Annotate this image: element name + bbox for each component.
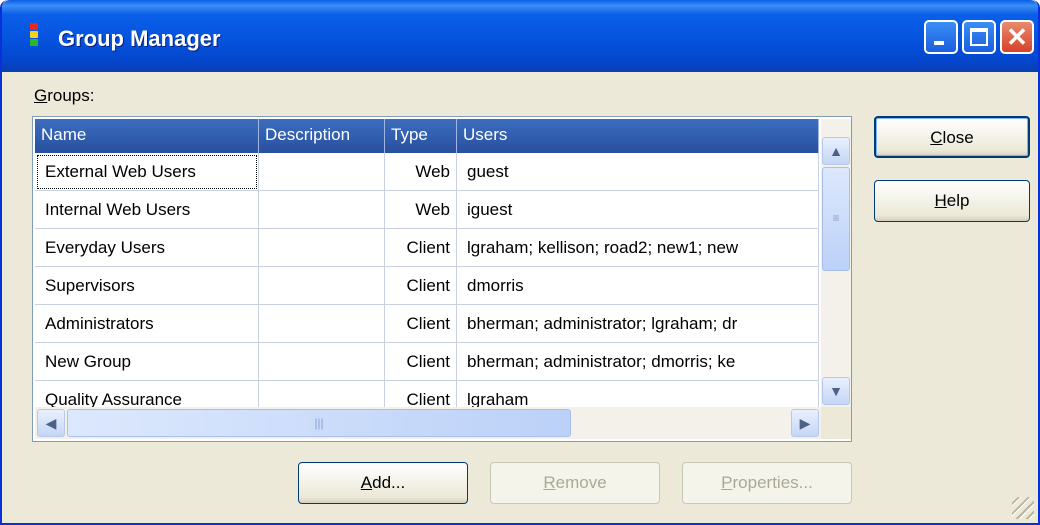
maximize-icon — [970, 28, 988, 46]
cell-users: iguest — [457, 191, 819, 229]
cell-description — [259, 305, 385, 343]
help-button[interactable]: Help — [874, 180, 1030, 222]
window-title: Group Manager — [58, 26, 221, 51]
scroll-right-button[interactable]: ▶ — [791, 409, 819, 437]
chevron-right-icon: ▶ — [799, 415, 811, 431]
column-header-description[interactable]: Description — [259, 119, 385, 153]
chevron-up-icon: ▲ — [829, 143, 843, 159]
cell-users: lgraham; kellison; road2; new1; new — [457, 229, 819, 267]
vertical-scroll-thumb[interactable]: ≡ — [822, 167, 850, 271]
column-header-users[interactable]: Users — [457, 119, 819, 153]
chevron-down-icon: ▼ — [829, 383, 843, 399]
traffic-light-icon — [28, 22, 40, 50]
remove-button[interactable]: Remove — [490, 462, 660, 504]
table-row[interactable]: New Group Client bherman; administrator;… — [35, 343, 819, 381]
table-row[interactable]: External Web Users Web guest — [35, 153, 819, 191]
table-row[interactable]: Supervisors Client dmorris — [35, 267, 819, 305]
horizontal-scrollbar[interactable]: ◀ ||| ▶ — [35, 407, 821, 439]
cell-users: guest — [457, 153, 819, 191]
cell-type: Client — [385, 229, 457, 267]
cell-type: Client — [385, 267, 457, 305]
close-window-button[interactable]: ✕ — [1000, 20, 1034, 54]
cell-type: Client — [385, 343, 457, 381]
minimize-icon — [934, 41, 944, 45]
list-rows: External Web Users Web guest Internal We… — [35, 153, 819, 419]
cell-description — [259, 153, 385, 191]
cell-name: External Web Users — [35, 153, 259, 191]
add-button[interactable]: Add... — [298, 462, 468, 504]
cell-description — [259, 267, 385, 305]
cell-users: bherman; administrator; dmorris; ke — [457, 343, 819, 381]
resize-grip-icon[interactable] — [1012, 497, 1034, 519]
cell-description — [259, 191, 385, 229]
group-manager-window: Group Manager ✕ Groups: Name Description… — [0, 0, 1040, 525]
cell-name: New Group — [35, 343, 259, 381]
title-bar[interactable]: Group Manager ✕ — [2, 0, 1038, 72]
table-row[interactable]: Internal Web Users Web iguest — [35, 191, 819, 229]
cell-type: Client — [385, 305, 457, 343]
list-header: Name Description Type Users — [35, 119, 819, 153]
cell-type: Web — [385, 191, 457, 229]
cell-name: Administrators — [35, 305, 259, 343]
vertical-scrollbar[interactable]: ▲ ≡ ▼ — [821, 119, 851, 407]
close-button[interactable]: Close — [874, 116, 1030, 158]
groups-list[interactable]: Name Description Type Users External Web… — [32, 116, 852, 442]
cell-name: Supervisors — [35, 267, 259, 305]
cell-description — [259, 229, 385, 267]
groups-label: Groups: — [34, 86, 95, 105]
cell-type: Web — [385, 153, 457, 191]
minimize-button[interactable] — [924, 20, 958, 54]
column-header-type[interactable]: Type — [385, 119, 457, 153]
maximize-button[interactable] — [962, 20, 996, 54]
cell-name: Everyday Users — [35, 229, 259, 267]
scroll-up-button[interactable]: ▲ — [822, 137, 850, 165]
close-icon: ✕ — [1006, 22, 1028, 52]
cell-users: dmorris — [457, 267, 819, 305]
table-row[interactable]: Everyday Users Client lgraham; kellison;… — [35, 229, 819, 267]
properties-button[interactable]: Properties... — [682, 462, 852, 504]
scroll-left-button[interactable]: ◀ — [37, 409, 65, 437]
cell-users: bherman; administrator; lgraham; dr — [457, 305, 819, 343]
cell-description — [259, 343, 385, 381]
column-header-name[interactable]: Name — [35, 119, 259, 153]
horizontal-scroll-thumb[interactable]: ||| — [67, 409, 571, 437]
scroll-down-button[interactable]: ▼ — [822, 377, 850, 405]
table-row[interactable]: Administrators Client bherman; administr… — [35, 305, 819, 343]
cell-name: Internal Web Users — [35, 191, 259, 229]
scrollbar-corner — [821, 407, 851, 439]
chevron-left-icon: ◀ — [45, 415, 57, 431]
